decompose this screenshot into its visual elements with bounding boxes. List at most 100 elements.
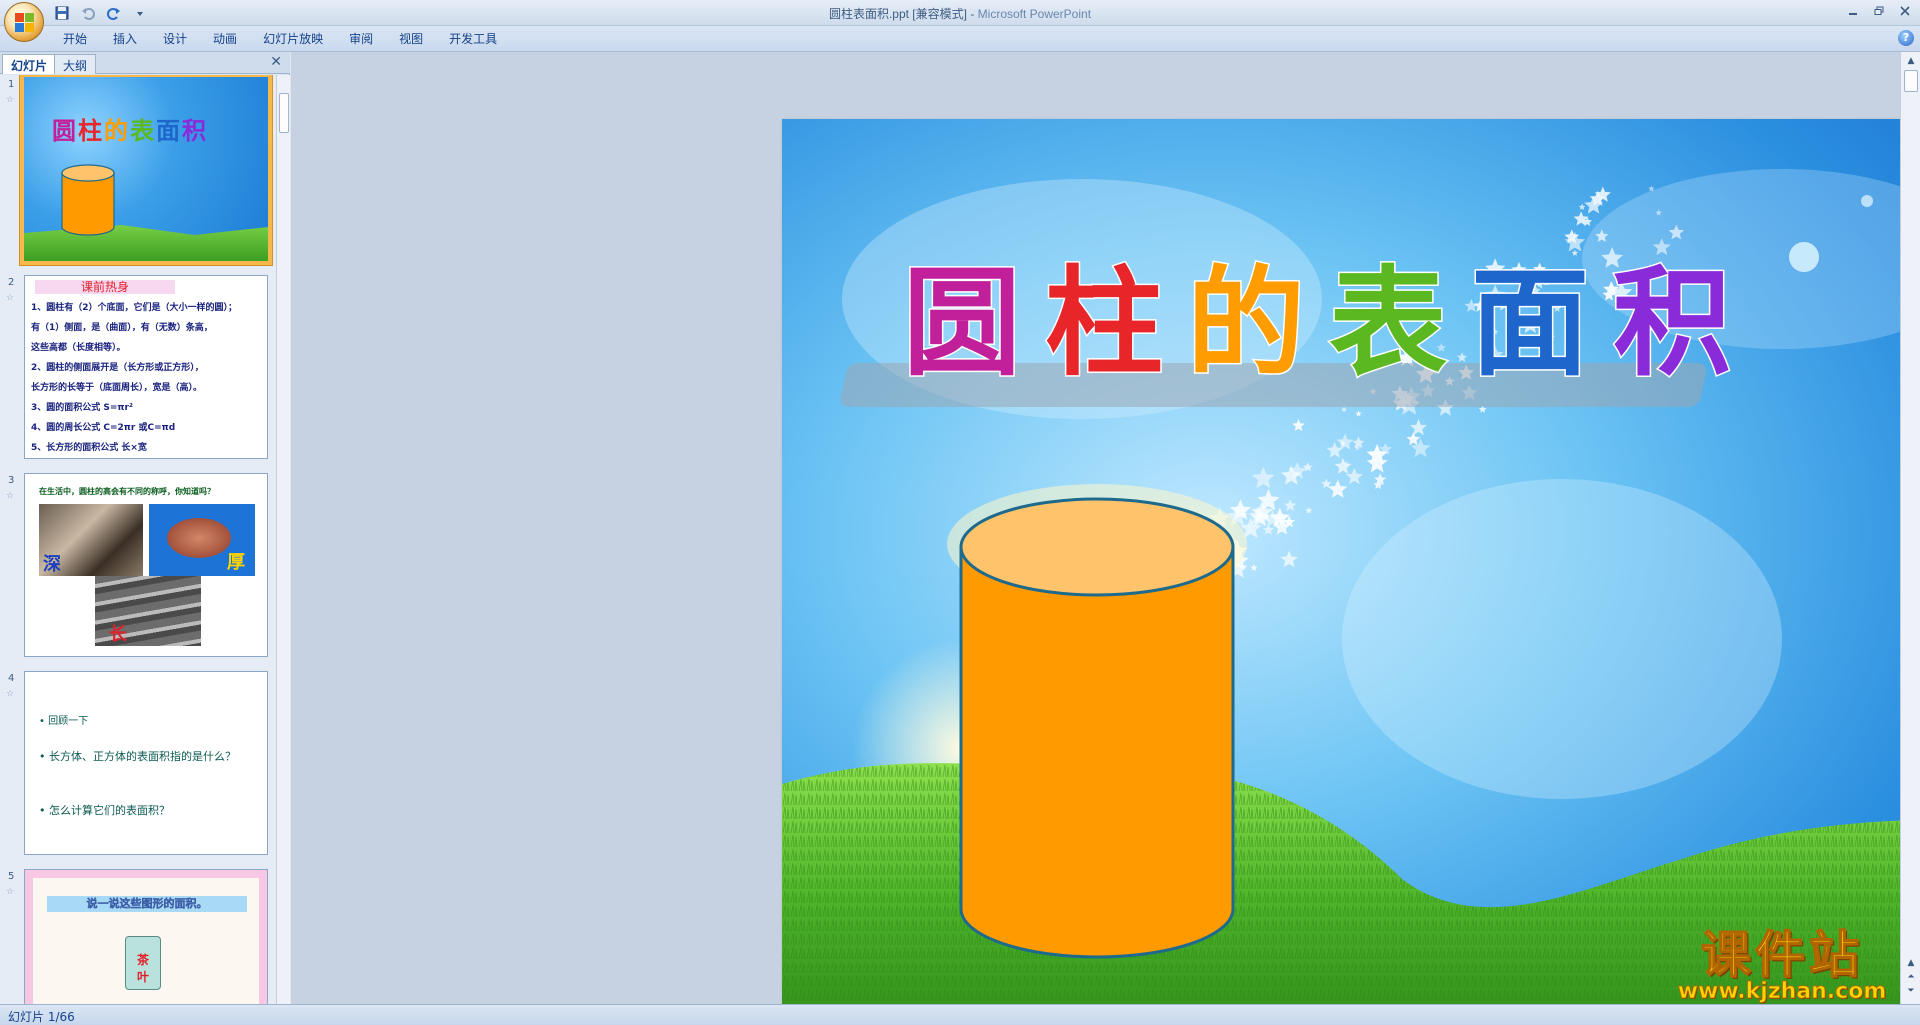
scrollbar-thumb[interactable] xyxy=(279,93,289,133)
office-button[interactable] xyxy=(4,2,44,42)
thumb-line: 5、长方形的面积公式 长×宽 xyxy=(31,443,147,453)
tab-slide-show[interactable]: 幻灯片放映 xyxy=(250,29,336,49)
slide-number: 1 xyxy=(8,79,15,90)
slide-thumbnail-row: 2 ☆ 课前热身 1、圆柱有（2）个底面，它们是（大小一样的圆）； 有（1）侧面… xyxy=(0,273,276,463)
title-char: 面 xyxy=(1471,254,1589,392)
slide-canvas: 圆柱的表面积 xyxy=(782,119,1920,1025)
slide-thumbnails: 1 ☆ 圆柱的表面积 2 ☆ 课前热身 1、圆柱有（2）个底面，它们是（大小一样… xyxy=(0,75,276,1004)
tea-can-label: 茶叶 xyxy=(137,953,150,984)
coin-shape xyxy=(167,518,231,558)
thumb-bullet: • 长方体、正方体的表面积指的是什么？ xyxy=(39,750,236,763)
slide-thumbnail-3[interactable]: 在生活中，圆柱的高会有不同的称呼，你知道吗？ 深 厚 长 xyxy=(24,473,268,657)
thumb-title-char: 圆 xyxy=(52,117,78,145)
next-slide-icon[interactable]: ⏷ xyxy=(1904,984,1918,998)
watermark-title: 课件站 xyxy=(1700,926,1863,984)
title-char: 的 xyxy=(1187,254,1305,392)
thumb-bullet: • 怎么计算它们的表面积？ xyxy=(39,804,170,817)
thumb-bullet: • 回顾一下 xyxy=(39,716,89,727)
slide-thumbnail-4[interactable]: • 回顾一下 • 长方体、正方体的表面积指的是什么？ • 怎么计算它们的表面积？ xyxy=(24,671,268,855)
thumb-line: 长方形的长等于（底面周长），宽是（高）。 xyxy=(31,383,203,393)
thumb-word: 长 xyxy=(109,624,127,645)
tab-review[interactable]: 审阅 xyxy=(336,29,386,49)
thumb-line: 1、圆柱有（2）个底面，它们是（大小一样的圆）； xyxy=(31,303,238,313)
bubble xyxy=(1861,195,1873,207)
thumb-background: 圆柱的表面积 xyxy=(24,77,268,261)
watermark-logo: 课件站 www.kjzhan.com xyxy=(1666,926,1898,1004)
tab-slides[interactable]: 幻灯片 xyxy=(2,54,57,74)
tab-design[interactable]: 设计 xyxy=(150,29,200,49)
slide-thumbnail-row: 3 ☆ 在生活中，圆柱的高会有不同的称呼，你知道吗？ 深 厚 长 xyxy=(0,471,276,661)
thumb-line: 4、圆的周长公式 C=2πr 或C=πd xyxy=(31,423,176,433)
thumb-heading: 课前热身 xyxy=(35,280,175,294)
thumb-bar: 说一说这些图形的面积。 xyxy=(47,896,247,912)
cylinder-shape[interactable] xyxy=(947,484,1247,959)
title-char: 积 xyxy=(1613,254,1731,392)
tab-developer[interactable]: 开发工具 xyxy=(436,29,510,49)
cloud xyxy=(1342,479,1782,799)
tab-outline[interactable]: 大纲 xyxy=(54,54,97,74)
office-logo-icon xyxy=(15,13,35,33)
slide-number: 5 xyxy=(8,871,15,882)
scroll-up-icon[interactable]: ▲ xyxy=(1904,956,1918,970)
title-char: 圆 xyxy=(903,254,1021,392)
ribbon-tab-bar: 开始 插入 设计 动画 幻灯片放映 审阅 视图 开发工具 ? xyxy=(0,26,1920,52)
tab-view[interactable]: 视图 xyxy=(386,29,436,49)
thumb-photo-coin: 厚 xyxy=(149,504,255,576)
current-slide[interactable]: 圆柱的表面积 xyxy=(782,119,1920,1025)
tea-can: 茶叶 xyxy=(125,936,161,990)
thumb-bullet-text: 长方体、正方体的表面积指的是什么？ xyxy=(49,750,236,763)
window-controls xyxy=(1842,2,1916,20)
title-char: 表 xyxy=(1329,254,1447,392)
tab-animations[interactable]: 动画 xyxy=(200,29,250,49)
slide-number: 3 xyxy=(8,475,15,486)
slides-pane: 幻灯片 大纲 ✕ 1 ☆ 圆柱的表面积 2 ☆ 课前热身 1、圆柱有（2）个底面… xyxy=(0,52,290,1004)
slide-thumbnail-1[interactable]: 圆柱的表面积 xyxy=(20,75,272,265)
window-title: 圆柱表面积.ppt [兼容模式] - Microsoft PowerPoint xyxy=(0,5,1920,22)
thumb-bullet-text: 怎么计算它们的表面积？ xyxy=(49,804,170,817)
thumb-title-char: 柱 xyxy=(78,117,104,145)
thumb-line: 有（1）侧面，是（曲面），有（无数）条高， xyxy=(31,323,213,333)
thumb-caption: 在生活中，圆柱的高会有不同的称呼，你知道吗？ xyxy=(39,487,215,496)
thumbnails-scrollbar[interactable] xyxy=(276,75,290,1004)
pane-tabs: 幻灯片 大纲 ✕ xyxy=(0,52,290,74)
slide-thumbnail-2[interactable]: 课前热身 1、圆柱有（2）个底面，它们是（大小一样的圆）； 有（1）侧面，是（曲… xyxy=(24,275,268,459)
scroll-up-icon[interactable]: ▲ xyxy=(1904,54,1918,68)
slide-number: 2 xyxy=(8,277,15,288)
slide-scrollbar[interactable]: ▲ ▲ ⏶ ⏷ xyxy=(1900,52,1920,1004)
close-icon[interactable] xyxy=(1894,2,1916,20)
thumb-title-char: 积 xyxy=(182,117,208,145)
watermark-url: www.kjzhan.com xyxy=(1677,979,1887,1004)
slide-thumbnail-5[interactable]: 说一说这些图形的面积。 茶叶 xyxy=(24,869,268,1004)
app-name: Microsoft PowerPoint xyxy=(977,7,1092,21)
ribbon-tabs: 开始 插入 设计 动画 幻灯片放映 审阅 视图 开发工具 xyxy=(50,29,510,49)
previous-slide-icon[interactable]: ⏶ xyxy=(1904,970,1918,984)
title-bar: 圆柱表面积.ppt [兼容模式] - Microsoft PowerPoint xyxy=(0,0,1920,26)
thumb-photo-well: 深 xyxy=(39,504,143,576)
animation-star-icon: ☆ xyxy=(6,491,15,501)
bubble xyxy=(1789,242,1819,272)
document-name: 圆柱表面积.ppt [兼容模式] xyxy=(828,7,967,21)
animation-star-icon: ☆ xyxy=(6,689,15,699)
slide-indicator: 幻灯片 1/66 xyxy=(8,1010,75,1024)
slide-thumbnail-row: 4 ☆ • 回顾一下 • 长方体、正方体的表面积指的是什么？ • 怎么计算它们的… xyxy=(0,669,276,859)
thumb-line: 这些高都（长度相等）。 xyxy=(31,343,126,353)
restore-icon[interactable] xyxy=(1868,2,1890,20)
tab-insert[interactable]: 插入 xyxy=(100,29,150,49)
help-icon[interactable]: ? xyxy=(1898,30,1914,46)
tab-home[interactable]: 开始 xyxy=(50,29,100,49)
minimize-icon[interactable] xyxy=(1842,2,1864,20)
thumb-title-char: 面 xyxy=(156,117,182,145)
animation-star-icon: ☆ xyxy=(6,887,15,897)
slide-number: 4 xyxy=(8,673,15,684)
thumb-bullet-text: 回顾一下 xyxy=(48,716,89,727)
title-separator: - xyxy=(966,7,978,21)
cylinder-top xyxy=(959,497,1235,597)
thumb-photo-pipes: 长 xyxy=(95,576,201,646)
close-pane-icon[interactable]: ✕ xyxy=(270,54,282,70)
thumb-cylinder xyxy=(61,164,115,236)
thumb-line: 3、圆的面积公式 S=πr² xyxy=(31,403,133,413)
scrollbar-thumb[interactable] xyxy=(1904,70,1918,92)
slide-thumbnail-row: 1 ☆ 圆柱的表面积 xyxy=(0,75,276,265)
slide-editing-area: 圆柱的表面积 xyxy=(291,52,1920,1025)
animation-star-icon: ☆ xyxy=(6,293,15,303)
